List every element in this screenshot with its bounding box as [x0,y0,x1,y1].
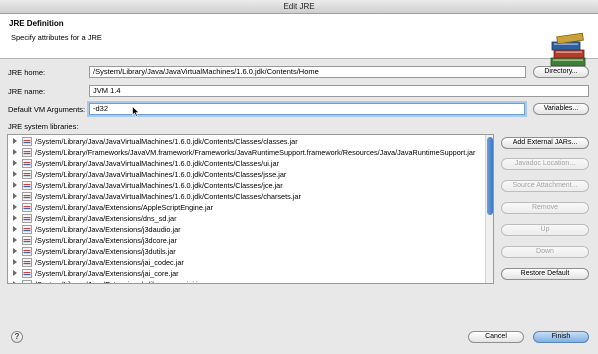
library-row[interactable]: /System/Library/Java/Extensions/j3dutils… [8,246,486,257]
library-row[interactable]: /System/Library/Java/Extensions/AppleScr… [8,202,486,213]
jar-icon [22,148,32,157]
library-path: /System/Library/Java/Extensions/jai_code… [35,258,184,267]
expand-triangle-icon[interactable] [13,182,17,188]
libraries-scrollbar-thumb[interactable] [487,137,493,215]
books-icon [550,32,586,67]
jre-name-input[interactable]: JVM 1.4 [89,85,589,97]
jar-icon [22,247,32,256]
expand-triangle-icon[interactable] [13,270,17,276]
expand-triangle-icon[interactable] [13,138,17,144]
library-path: /System/Library/Java/Extensions/j3daudio… [35,225,181,234]
library-row[interactable]: /System/Library/Frameworks/JavaVM.framew… [8,147,486,158]
jar-icon [22,203,32,212]
system-libraries-list[interactable]: /System/Library/Java/JavaVirtualMachines… [7,134,494,284]
jar-icon [22,181,32,190]
expand-triangle-icon[interactable] [13,215,17,221]
library-path: /System/Library/Java/Extensions/dns_sd.j… [35,214,177,223]
directory-button[interactable]: Directory... [533,66,589,78]
library-row[interactable]: /System/Library/Java/Extensions/jai_code… [8,257,486,268]
window-titlebar: Edit JRE [0,0,598,14]
expand-triangle-icon[interactable] [13,248,17,254]
expand-triangle-icon[interactable] [13,193,17,199]
expand-triangle-icon[interactable] [13,237,17,243]
vm-arguments-input[interactable]: -d32 [89,103,525,115]
finish-button[interactable]: Finish [533,331,589,343]
library-row[interactable]: /System/Library/Java/Extensions/mlibwrap… [8,279,486,283]
library-path: /System/Library/Java/JavaVirtualMachines… [35,192,301,201]
up-button[interactable]: Up [501,224,589,236]
expand-triangle-icon[interactable] [13,171,17,177]
jar-icon [22,280,32,283]
library-row[interactable]: /System/Library/Java/JavaVirtualMachines… [8,191,486,202]
library-path: /System/Library/Java/JavaVirtualMachines… [35,137,298,146]
jar-icon [22,269,32,278]
jar-icon [22,159,32,168]
library-row[interactable]: /System/Library/Java/Extensions/jai_core… [8,268,486,279]
library-path: /System/Library/Java/JavaVirtualMachines… [35,159,280,168]
javadoc-location-button[interactable]: Javadoc Location... [501,158,589,170]
expand-triangle-icon[interactable] [13,281,17,283]
system-libraries-label: JRE system libraries: [8,122,79,131]
expand-triangle-icon[interactable] [13,204,17,210]
cancel-button[interactable]: Cancel [468,331,524,343]
library-row[interactable]: /System/Library/Java/Extensions/dns_sd.j… [8,213,486,224]
library-row[interactable]: /System/Library/Java/JavaVirtualMachines… [8,136,486,147]
jre-home-label: JRE home: [8,68,46,77]
expand-triangle-icon[interactable] [13,149,17,155]
library-path: /System/Library/Java/JavaVirtualMachines… [35,181,283,190]
jar-icon [22,137,32,146]
library-path: /System/Library/Java/Extensions/j3dutils… [35,247,176,256]
library-row[interactable]: /System/Library/Java/JavaVirtualMachines… [8,180,486,191]
jar-icon [22,258,32,267]
expand-triangle-icon[interactable] [13,259,17,265]
jar-icon [22,170,32,179]
restore-default-button[interactable]: Restore Default [501,268,589,280]
dialog-header: JRE Definition Specify attributes for a … [0,14,598,67]
vm-arguments-label: Default VM Arguments: [8,105,86,114]
library-row[interactable]: /System/Library/Java/Extensions/j3daudio… [8,224,486,235]
variables-button[interactable]: Variables... [533,103,589,115]
jar-icon [22,225,32,234]
source-attachment-button[interactable]: Source Attachment... [501,180,589,192]
library-path: /System/Library/Java/JavaVirtualMachines… [35,170,287,179]
header-subtitle: Specify attributes for a JRE [11,33,102,42]
library-path: /System/Library/Frameworks/JavaVM.framew… [35,148,476,157]
library-row[interactable]: /System/Library/Java/Extensions/j3dcore.… [8,235,486,246]
window-title: Edit JRE [283,2,315,11]
expand-triangle-icon[interactable] [13,226,17,232]
jre-name-label: JRE name: [8,87,46,96]
libraries-scrollbar[interactable] [485,135,493,283]
add-external-jars-button[interactable]: Add External JARs... [501,137,589,149]
expand-triangle-icon[interactable] [13,160,17,166]
library-path: /System/Library/Java/Extensions/mlibwrap… [35,279,204,283]
help-icon[interactable]: ? [11,331,23,343]
down-button[interactable]: Down [501,246,589,258]
jre-home-input[interactable]: /System/Library/Java/JavaVirtualMachines… [89,66,526,78]
mouse-cursor-icon [132,106,140,117]
library-path: /System/Library/Java/Extensions/j3dcore.… [35,236,177,245]
library-path: /System/Library/Java/Extensions/jai_core… [35,269,179,278]
jar-icon [22,214,32,223]
jar-icon [22,236,32,245]
header-title: JRE Definition [9,19,64,28]
library-row[interactable]: /System/Library/Java/JavaVirtualMachines… [8,169,486,180]
library-row[interactable]: /System/Library/Java/JavaVirtualMachines… [8,158,486,169]
library-path: /System/Library/Java/Extensions/AppleScr… [35,203,214,212]
remove-button[interactable]: Remove [501,202,589,214]
jar-icon [22,192,32,201]
edit-jre-dialog: Edit JRE JRE Definition Specify attribut… [0,0,598,354]
